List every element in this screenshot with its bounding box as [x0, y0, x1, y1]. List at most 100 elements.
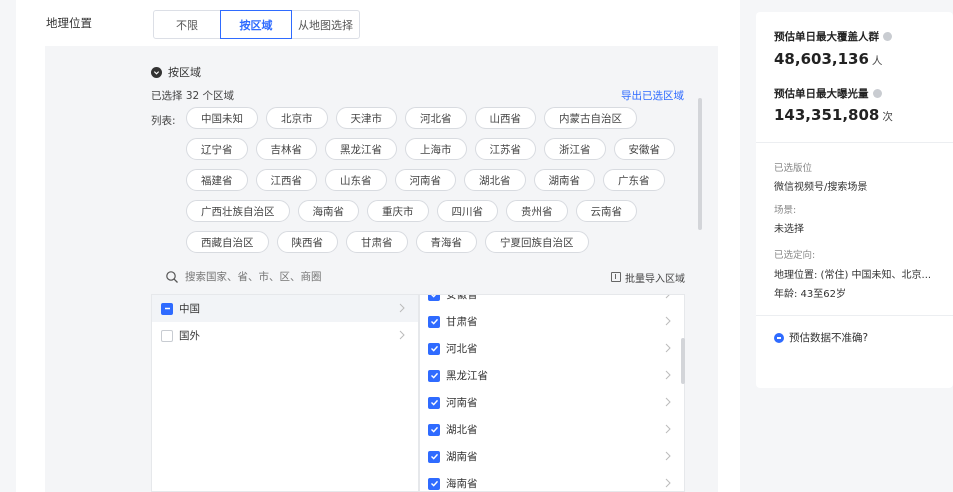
- province-label: 海南省: [446, 478, 478, 490]
- region-tag[interactable]: 浙江省: [544, 138, 606, 160]
- region-tag[interactable]: 黑龙江省: [325, 138, 397, 160]
- region-tag[interactable]: 辽宁省: [186, 138, 248, 160]
- country-item-abroad[interactable]: 国外: [152, 322, 418, 349]
- targeting-location: 地理位置: (常住) 中国未知、北京...: [774, 270, 932, 281]
- checkbox-checked[interactable]: [428, 369, 440, 382]
- search-icon: [166, 271, 178, 283]
- region-tag[interactable]: 福建省: [186, 169, 248, 191]
- checkbox-checked[interactable]: [428, 477, 440, 490]
- province-list: 安徽省 甘肃省 河北省 黑龙江省 河南省 湖北省 湖南省 海南省: [419, 294, 685, 492]
- scene-label: 场景:: [774, 205, 797, 216]
- batch-import-label: 批量导入区域: [625, 273, 685, 285]
- region-tag[interactable]: 四川省: [436, 200, 498, 222]
- checkbox-checked[interactable]: [428, 342, 440, 355]
- province-label: 湖北省: [446, 424, 478, 436]
- checkbox-checked[interactable]: [428, 423, 440, 436]
- region-tag[interactable]: 贵州省: [506, 200, 568, 222]
- region-tag[interactable]: 上海市: [405, 138, 467, 160]
- region-tag[interactable]: 河南省: [394, 169, 456, 191]
- import-icon: [611, 272, 621, 282]
- region-header-label: 按区域: [168, 66, 201, 79]
- option-from-map[interactable]: 从地图选择: [291, 10, 360, 39]
- region-tag[interactable]: 云南省: [575, 200, 637, 222]
- region-tag[interactable]: 中国未知: [186, 107, 258, 129]
- province-item[interactable]: 河南省: [420, 389, 684, 416]
- exposure-value: 143,351,808 次: [774, 106, 893, 124]
- inaccurate-data-link[interactable]: 预估数据不准确?: [774, 330, 868, 345]
- province-item[interactable]: 甘肃省: [420, 308, 684, 335]
- province-item[interactable]: 黑龙江省: [420, 362, 684, 389]
- region-tag[interactable]: 湖南省: [533, 169, 595, 191]
- checkbox-checked[interactable]: [428, 315, 440, 328]
- coverage-title: 预估单日最大覆盖人群: [774, 29, 892, 44]
- province-item[interactable]: 河北省: [420, 335, 684, 362]
- province-item[interactable]: 湖北省: [420, 416, 684, 443]
- region-tag[interactable]: 广东省: [603, 169, 665, 191]
- checkbox-checked[interactable]: [428, 295, 440, 301]
- region-tag[interactable]: 宁夏回族自治区: [485, 231, 589, 253]
- country-label: 中国: [179, 303, 200, 315]
- region-tag[interactable]: 吉林省: [255, 138, 317, 160]
- placement-value: 微信视频号/搜索场景: [774, 182, 868, 193]
- coverage-title-text: 预估单日最大覆盖人群: [774, 31, 879, 43]
- location-label: 地理位置: [46, 16, 92, 30]
- province-item[interactable]: 安徽省: [420, 294, 684, 308]
- tag-row: 辽宁省 吉林省 黑龙江省 上海市 江苏省 浙江省 安徽省: [186, 138, 686, 160]
- help-icon[interactable]: [883, 32, 892, 41]
- divider: [756, 315, 953, 316]
- exposure-number: 143,351,808: [774, 106, 880, 124]
- country-item-china[interactable]: 中国: [152, 295, 418, 322]
- option-by-region[interactable]: 按区域: [220, 10, 292, 39]
- region-tag[interactable]: 江西省: [255, 169, 317, 191]
- export-selected-link[interactable]: 导出已选区域: [621, 88, 684, 103]
- region-tag[interactable]: 陕西省: [276, 231, 338, 253]
- batch-import-button[interactable]: 批量导入区域: [611, 270, 685, 285]
- checkbox[interactable]: [161, 329, 173, 342]
- option-unlimited[interactable]: 不限: [153, 10, 221, 39]
- chevron-right-icon: [665, 478, 671, 488]
- chevron-right-icon: [665, 370, 671, 380]
- province-label: 甘肃省: [446, 316, 478, 328]
- region-tag[interactable]: 甘肃省: [346, 231, 408, 253]
- tags-scrollbar[interactable]: [698, 98, 702, 230]
- selected-tags: 中国未知 北京市 天津市 河北省 山西省 内蒙古自治区 辽宁省 吉林省 黑龙江省…: [186, 107, 686, 262]
- province-label: 安徽省: [446, 294, 478, 301]
- region-tag[interactable]: 西藏自治区: [186, 231, 269, 253]
- inaccurate-data-label: 预估数据不准确?: [789, 332, 869, 344]
- province-label: 黑龙江省: [446, 370, 488, 382]
- region-tag[interactable]: 河北省: [405, 107, 467, 129]
- province-item[interactable]: 海南省: [420, 470, 684, 491]
- region-tag[interactable]: 天津市: [335, 107, 397, 129]
- search-row: 批量导入区域: [151, 264, 685, 290]
- region-tag[interactable]: 内蒙古自治区: [544, 107, 637, 129]
- region-tag[interactable]: 北京市: [266, 107, 328, 129]
- coverage-unit: 人: [871, 55, 883, 67]
- region-tag[interactable]: 安徽省: [613, 138, 675, 160]
- region-tag[interactable]: 青海省: [415, 231, 477, 253]
- region-tag[interactable]: 海南省: [297, 200, 359, 222]
- province-item[interactable]: 湖南省: [420, 443, 684, 470]
- region-header[interactable]: 按区域: [151, 64, 201, 80]
- region-tag[interactable]: 山东省: [325, 169, 387, 191]
- country-list: 中国 国外: [151, 294, 419, 492]
- targeting-label: 已选定向:: [774, 250, 816, 261]
- region-tag[interactable]: 湖北省: [464, 169, 526, 191]
- region-tag[interactable]: 重庆市: [367, 200, 429, 222]
- chevron-right-icon: [665, 424, 671, 434]
- region-tag[interactable]: 广西壮族自治区: [186, 200, 290, 222]
- tag-row: 中国未知 北京市 天津市 河北省 山西省 内蒙古自治区: [186, 107, 686, 129]
- checkbox-checked[interactable]: [428, 396, 440, 409]
- targeting-age: 年龄: 43至62岁: [774, 289, 846, 300]
- checkbox-partial[interactable]: [161, 302, 173, 315]
- chevron-right-icon: [399, 303, 405, 313]
- chevron-right-icon: [665, 295, 670, 299]
- region-search-input[interactable]: [185, 271, 505, 283]
- region-tag[interactable]: 江苏省: [474, 138, 536, 160]
- province-label: 河南省: [446, 397, 478, 409]
- help-icon[interactable]: [872, 89, 882, 98]
- chevron-right-icon: [665, 316, 671, 326]
- province-scrollbar[interactable]: [681, 338, 685, 384]
- region-tag[interactable]: 山西省: [474, 107, 536, 129]
- list-label: 列表:: [151, 115, 176, 127]
- checkbox-checked[interactable]: [428, 450, 440, 463]
